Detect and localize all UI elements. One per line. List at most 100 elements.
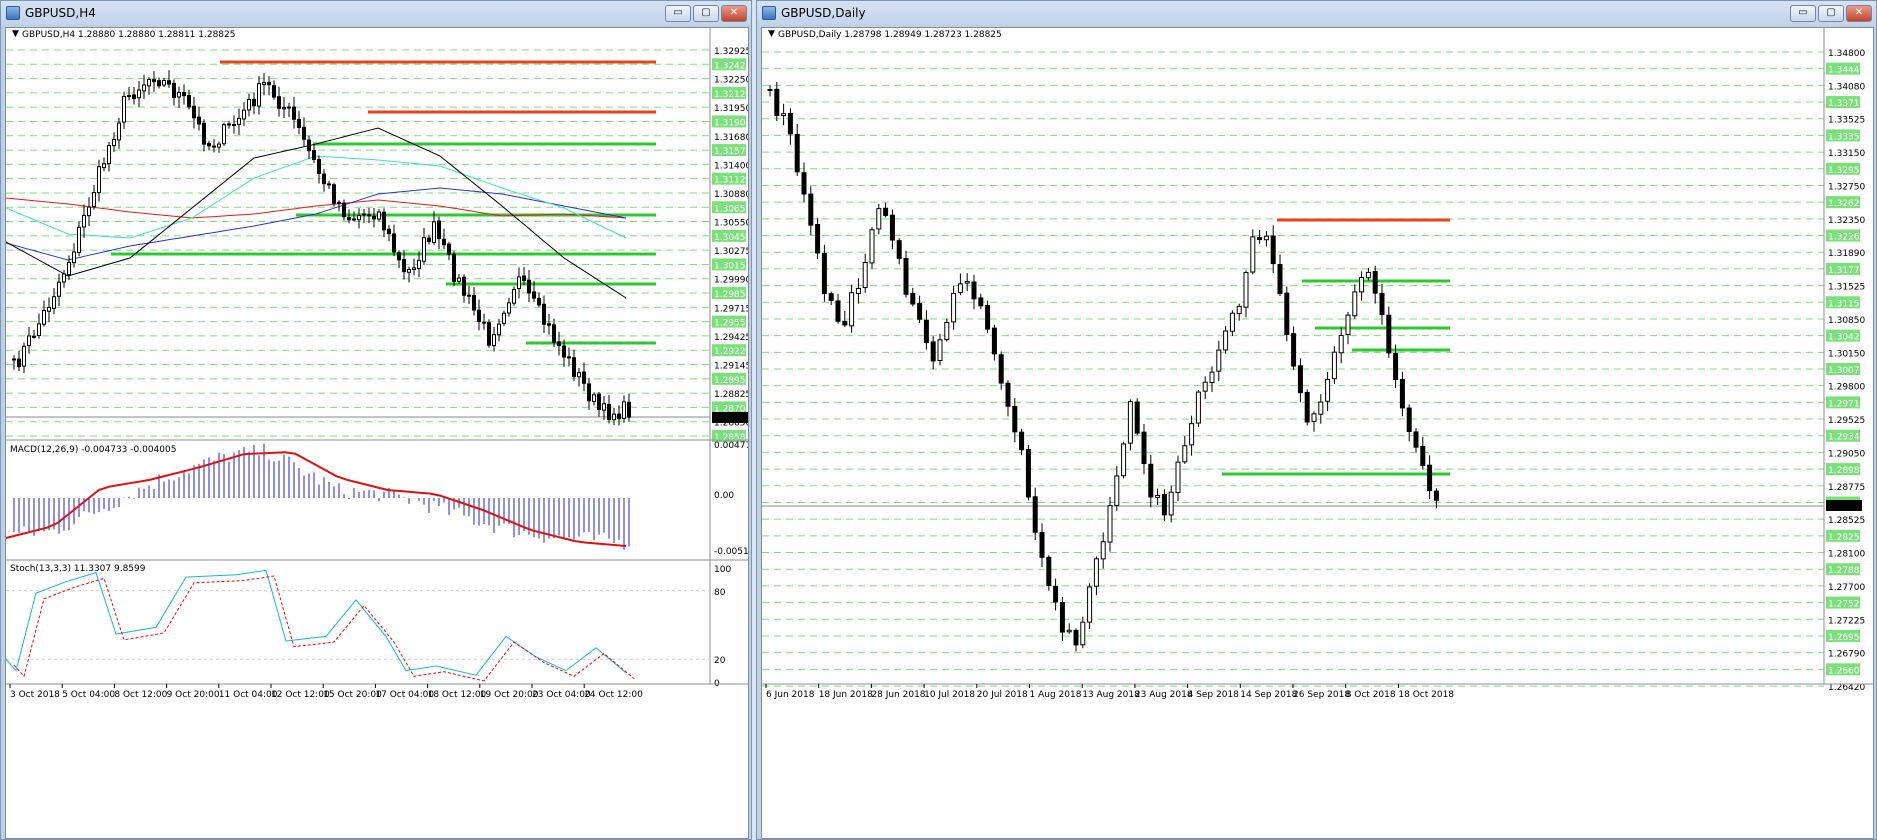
daily-price-label: 1.30070 [1828, 366, 1865, 376]
h4-candle [417, 259, 421, 270]
h4-price-label: 1.29225 [714, 347, 748, 357]
h4-candle [112, 138, 116, 147]
h4-background [6, 28, 748, 838]
close-button[interactable]: ✕ [1846, 5, 1872, 22]
h4-candle [192, 105, 196, 119]
h4-chart-canvas[interactable]: 1.32925 1.32425 1.32250 1.32125 1.31950 1.319… [6, 28, 748, 838]
h4-candle [187, 94, 191, 108]
daily-chart-area[interactable]: 1.34800 1.34440 1.34080 1.33710 1.33525 1.333… [761, 27, 1874, 839]
minimize-button[interactable]: ▭ [665, 5, 691, 22]
daily-chart-canvas[interactable]: 1.34800 1.34440 1.34080 1.33710 1.33525 1.333… [762, 28, 1873, 838]
daily-candle [1087, 586, 1093, 623]
h4-price-label: 1.29425 [714, 333, 748, 343]
h4-price-label: 1.29550 [714, 319, 748, 329]
h4-candle [372, 215, 376, 220]
daily-candle [1304, 391, 1310, 423]
h4-candle [437, 220, 441, 240]
daily-time-label: 10 Jul 2018 [924, 690, 975, 700]
h4-candle [302, 126, 306, 140]
daily-price-label: 1.26600 [1828, 666, 1865, 676]
h4-candle [412, 267, 416, 271]
daily-price-label: 1.28980 [1828, 466, 1865, 476]
h4-price-label: 1.29850 [714, 290, 748, 300]
daily-candle [767, 89, 773, 92]
h4-candle [457, 277, 461, 282]
daily-candle [828, 293, 834, 301]
daily-candle [876, 208, 882, 230]
h4-candle [137, 89, 141, 99]
daily-info-arrow: ▼ [768, 29, 775, 39]
h4-price-label: 1.30450 [714, 233, 748, 243]
h4-chart-area[interactable]: 1.32925 1.32425 1.32250 1.32125 1.31950 1.319… [5, 27, 749, 839]
daily-candle [1114, 475, 1120, 506]
h4-candle [222, 124, 226, 145]
h4-candle [142, 84, 146, 92]
h4-price-label: 1.30880 [714, 190, 748, 200]
daily-time-label: 23 Aug 2018 [1135, 690, 1193, 700]
h4-candle [542, 303, 546, 325]
h4-candle [152, 79, 156, 83]
daily-candle [1413, 431, 1419, 448]
h4-window-titlebar[interactable]: GBPUSD,H4 ▭ ▢ ✕ [1, 1, 751, 25]
daily-price-label: 1.32750 [1828, 182, 1865, 192]
minimize-button[interactable]: ▭ [1790, 5, 1816, 22]
daily-price-label: 1.31775 [1828, 266, 1865, 276]
h4-candle [487, 322, 491, 346]
daily-candle [1365, 271, 1371, 279]
daily-price-label: 1.32260 [1828, 233, 1865, 243]
daily-candle [1406, 407, 1412, 432]
daily-chart-window[interactable]: GBPUSD,Daily ▭ ▢ ✕ 1.34800 1.34440 1.34080… [756, 0, 1877, 840]
daily-candle [1243, 272, 1249, 308]
daily-candle [1059, 602, 1065, 633]
daily-candle [1311, 413, 1317, 422]
daily-candle [1318, 401, 1324, 415]
h4-candle [322, 173, 326, 185]
daily-candle [821, 253, 827, 295]
h4-time-label: 24 Oct 12:00 [584, 690, 643, 700]
daily-candle [1189, 423, 1195, 446]
h4-candle [62, 273, 66, 283]
h4-candle [462, 276, 466, 296]
maximize-button[interactable]: ▢ [693, 5, 719, 22]
daily-candle [1134, 401, 1140, 434]
h4-chart-window[interactable]: GBPUSD,H4 ▭ ▢ ✕ 1.32925 1.32425 1.32250 1.3… [0, 0, 752, 840]
daily-candle [849, 292, 855, 327]
h4-candle [327, 183, 331, 186]
daily-candle [1291, 333, 1297, 367]
h4-price-label: 1.32925 [714, 47, 748, 57]
daily-current-price-tag [1826, 500, 1862, 511]
h4-time-label: 9 Oct 20:00 [167, 690, 220, 700]
maximize-button[interactable]: ▢ [1818, 5, 1844, 22]
daily-price-label: 1.34440 [1828, 66, 1865, 76]
macd-scale-label: 0.00477 [714, 441, 748, 451]
daily-price-label: 1.32950 [1828, 166, 1865, 176]
h4-candle [147, 78, 151, 87]
daily-candle [923, 319, 929, 344]
daily-time-label: 4 Sep 2018 [1188, 690, 1240, 700]
close-button[interactable]: ✕ [721, 5, 747, 22]
daily-price-label: 1.33710 [1828, 99, 1865, 109]
daily-candle [1257, 237, 1263, 241]
daily-candle [808, 193, 814, 226]
h4-candle [607, 403, 611, 421]
h4-candle [232, 123, 236, 126]
daily-candle [1155, 494, 1161, 498]
daily-candle [1236, 305, 1242, 315]
macd-scale-label: -0.00518 [714, 547, 748, 557]
daily-candle [1297, 365, 1303, 394]
daily-price-label: 1.27520 [1828, 600, 1865, 610]
daily-candle [1372, 271, 1378, 294]
h4-candle [522, 275, 526, 281]
macd-label: MACD(12,26,9) -0.004733 -0.004005 [10, 445, 176, 455]
h4-candle [47, 306, 51, 312]
daily-candle [1325, 378, 1331, 402]
daily-window-titlebar[interactable]: GBPUSD,Daily ▭ ▢ ✕ [757, 1, 1876, 25]
daily-price-label: 1.29800 [1828, 383, 1865, 393]
daily-candle [1127, 401, 1133, 444]
daily-time-label: 8 Oct 2018 [1346, 690, 1396, 700]
h4-candle [127, 95, 131, 98]
h4-candle [517, 276, 521, 290]
h4-time-label: 17 Oct 04:00 [375, 690, 434, 700]
daily-candle [1168, 491, 1174, 516]
h4-time-label: 18 Oct 12:00 [428, 690, 487, 700]
